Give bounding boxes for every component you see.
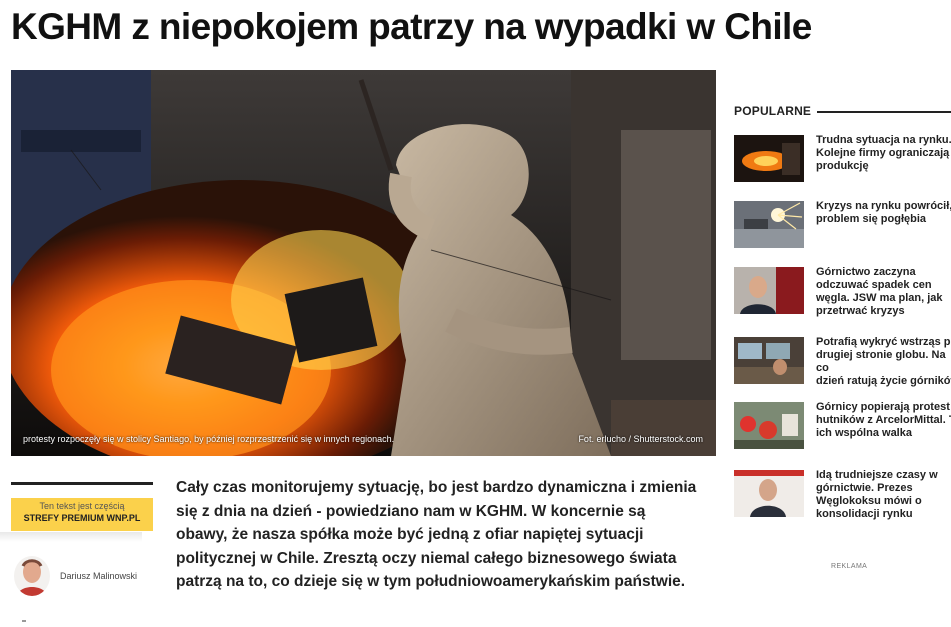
popular-section-header: POPULARNE bbox=[734, 104, 951, 120]
article-lead: Cały czas monitorujemy sytuację, bo jest… bbox=[176, 479, 697, 590]
premium-label[interactable]: Ten tekst jest częścią STREFY PREMIUM WN… bbox=[11, 498, 153, 531]
sparks-thumbnail[interactable] bbox=[734, 201, 804, 248]
protest-photo-icon bbox=[734, 402, 804, 449]
image-credit: Fot. erlucho / Shutterstock.com bbox=[578, 434, 703, 444]
sparks-photo-icon bbox=[734, 201, 804, 248]
speaker-thumbnail[interactable] bbox=[734, 470, 804, 517]
premium-shadow bbox=[0, 532, 142, 542]
control-room-photo-icon bbox=[734, 337, 804, 384]
popular-item[interactable]: Kryzys na rynku powrócił, problem się po… bbox=[734, 200, 951, 251]
popular-item-title[interactable]: Idą trudniejsze czasy w górnictwie. Prez… bbox=[816, 469, 951, 521]
hero-image[interactable]: protesty rozpoczęły się w stolicy Santia… bbox=[11, 70, 716, 456]
protest-fire-photo bbox=[11, 70, 716, 456]
portrait-thumbnail[interactable] bbox=[734, 267, 804, 314]
author-photo-icon bbox=[14, 556, 50, 596]
article-headline: KGHM z niepokojem patrzy na wypadki w Ch… bbox=[11, 6, 812, 47]
popular-item-title[interactable]: Kryzys na rynku powrócił, problem się po… bbox=[816, 200, 951, 226]
popular-item-title[interactable]: Górnicy popierają protest hutników z Arc… bbox=[816, 401, 951, 440]
premium-zone-name[interactable]: STREFY PREMIUM WNP.PL bbox=[11, 513, 153, 523]
speaker-photo-icon bbox=[734, 470, 804, 517]
author-name[interactable]: Dariusz Malinowski bbox=[60, 571, 137, 581]
premium-intro-text: Ten tekst jest częścią bbox=[39, 501, 125, 511]
popular-item-title[interactable]: Potrafią wykryć wstrząs po drugiej stron… bbox=[816, 336, 951, 388]
popular-item[interactable]: Górnicy popierają protest hutników z Arc… bbox=[734, 401, 951, 452]
popular-item-title[interactable]: Trudna sytuacja na rynku. Kolejne firmy … bbox=[816, 134, 951, 173]
author-avatar[interactable] bbox=[14, 556, 50, 596]
popular-item[interactable]: Potrafią wykryć wstrząs po drugiej stron… bbox=[734, 336, 951, 388]
image-caption: protesty rozpoczęły się w stolicy Santia… bbox=[23, 434, 395, 444]
furnace-thumbnail[interactable] bbox=[734, 135, 804, 182]
ad-label: REKLAMA bbox=[831, 563, 868, 570]
portrait-photo-icon bbox=[734, 267, 804, 314]
popular-section-title: POPULARNE bbox=[734, 104, 818, 118]
page-mark bbox=[22, 620, 26, 622]
control-room-thumbnail[interactable] bbox=[734, 337, 804, 384]
furnace-photo-icon bbox=[734, 135, 804, 182]
protest-thumbnail[interactable] bbox=[734, 402, 804, 449]
popular-item[interactable]: Górnictwo zaczyna odczuwać spadek cen wę… bbox=[734, 266, 951, 318]
premium-top-bar bbox=[11, 482, 153, 485]
popular-item-title[interactable]: Górnictwo zaczyna odczuwać spadek cen wę… bbox=[816, 266, 951, 318]
premium-zone-badge[interactable]: Ten tekst jest częścią STREFY PREMIUM WN… bbox=[11, 482, 153, 532]
popular-item[interactable]: Idą trudniejsze czasy w górnictwie. Prez… bbox=[734, 469, 951, 521]
popular-item[interactable]: Trudna sytuacja na rynku. Kolejne firmy … bbox=[734, 134, 951, 185]
